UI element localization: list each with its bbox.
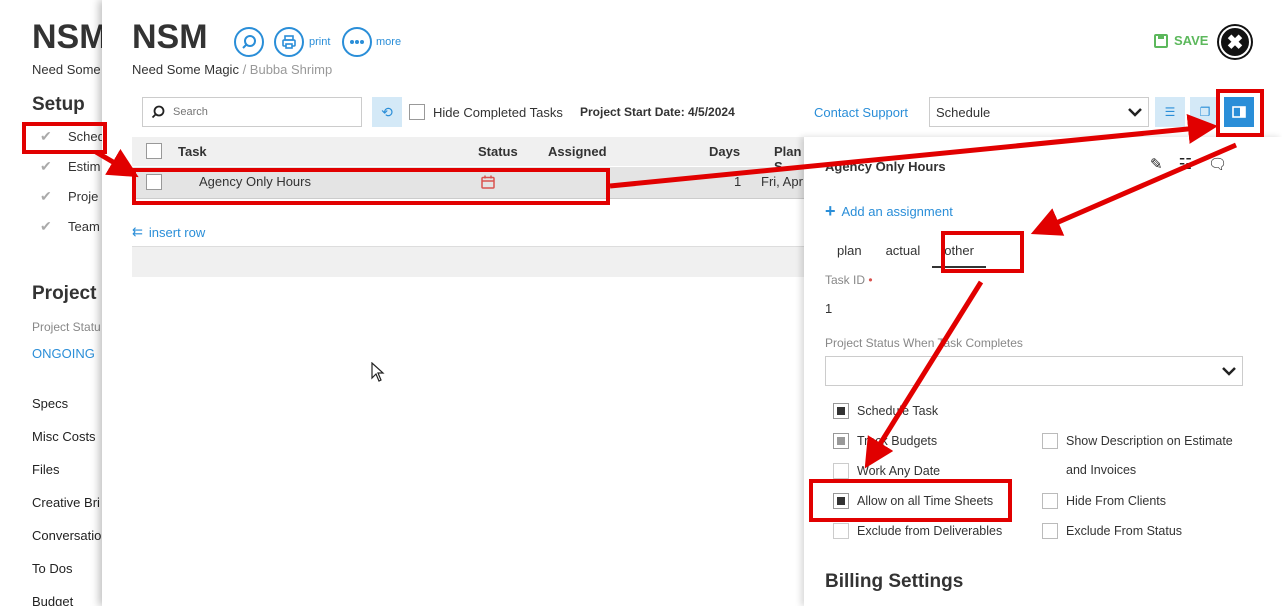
arrow-schedule-to-row (94, 148, 139, 178)
arrow-toggle-to-tab (1030, 142, 1237, 236)
mouse-cursor-icon (371, 362, 385, 382)
arrow-row-to-toggle (609, 114, 1218, 189)
arrow-tab-to-option (864, 280, 984, 469)
annotation-arrows (94, 114, 1237, 469)
